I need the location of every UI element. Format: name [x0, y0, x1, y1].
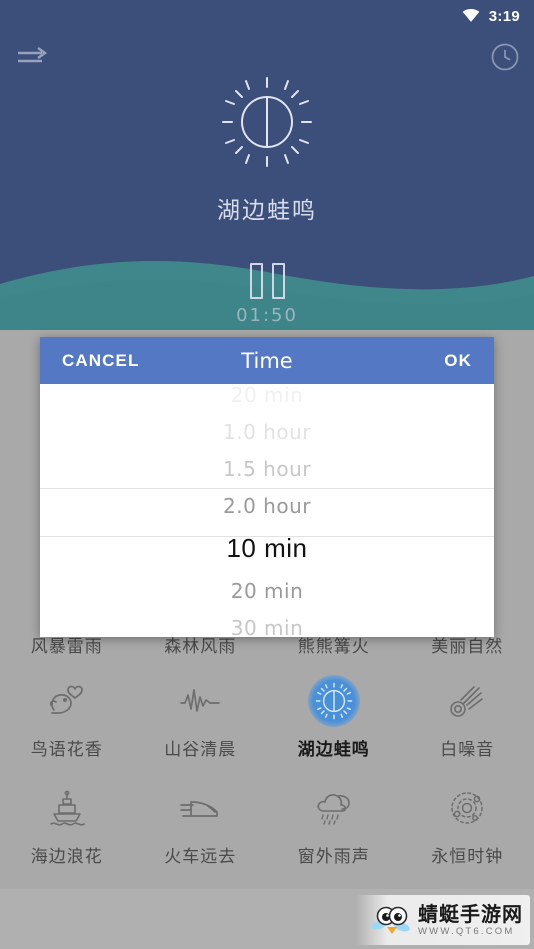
bird-logo-icon	[372, 906, 410, 934]
picker-selection-line-top	[40, 488, 494, 489]
time-picker-dialog: CANCEL OK Time 20 min 1.0 hour 1.5 hour …	[40, 337, 494, 637]
picker-item[interactable]: 1.0 hour	[40, 413, 494, 450]
app-screen: 3:19 湖边蛙鸣 01:50 风暴雷雨 森林风雨 熊熊篝火 美丽自然 鸟语花香…	[0, 0, 534, 949]
picker-item[interactable]: 2.0 hour	[40, 487, 494, 524]
time-picker-wheel[interactable]: 20 min 1.0 hour 1.5 hour 2.0 hour 10 min…	[40, 384, 494, 637]
watermark-url: WWW.QT6.COM	[418, 925, 515, 937]
ok-button[interactable]: OK	[444, 351, 472, 371]
picker-item-selected[interactable]: 10 min	[40, 524, 494, 572]
cancel-button[interactable]: CANCEL	[62, 351, 139, 371]
dialog-header-wrap: CANCEL OK Time	[40, 337, 494, 384]
picker-item[interactable]: 30 min	[40, 609, 494, 638]
picker-item[interactable]: 20 min	[40, 384, 494, 413]
watermark: 蜻蜓手游网 WWW.QT6.COM	[356, 895, 530, 945]
picker-item[interactable]: 20 min	[40, 572, 494, 609]
dialog-header: CANCEL OK	[40, 337, 494, 384]
picker-items: 20 min 1.0 hour 1.5 hour 2.0 hour 10 min…	[40, 384, 494, 637]
picker-selection-line-bottom	[40, 536, 494, 537]
watermark-text: 蜻蜓手游网 WWW.QT6.COM	[418, 904, 523, 937]
watermark-title: 蜻蜓手游网	[418, 901, 523, 926]
picker-item[interactable]: 1.5 hour	[40, 450, 494, 487]
